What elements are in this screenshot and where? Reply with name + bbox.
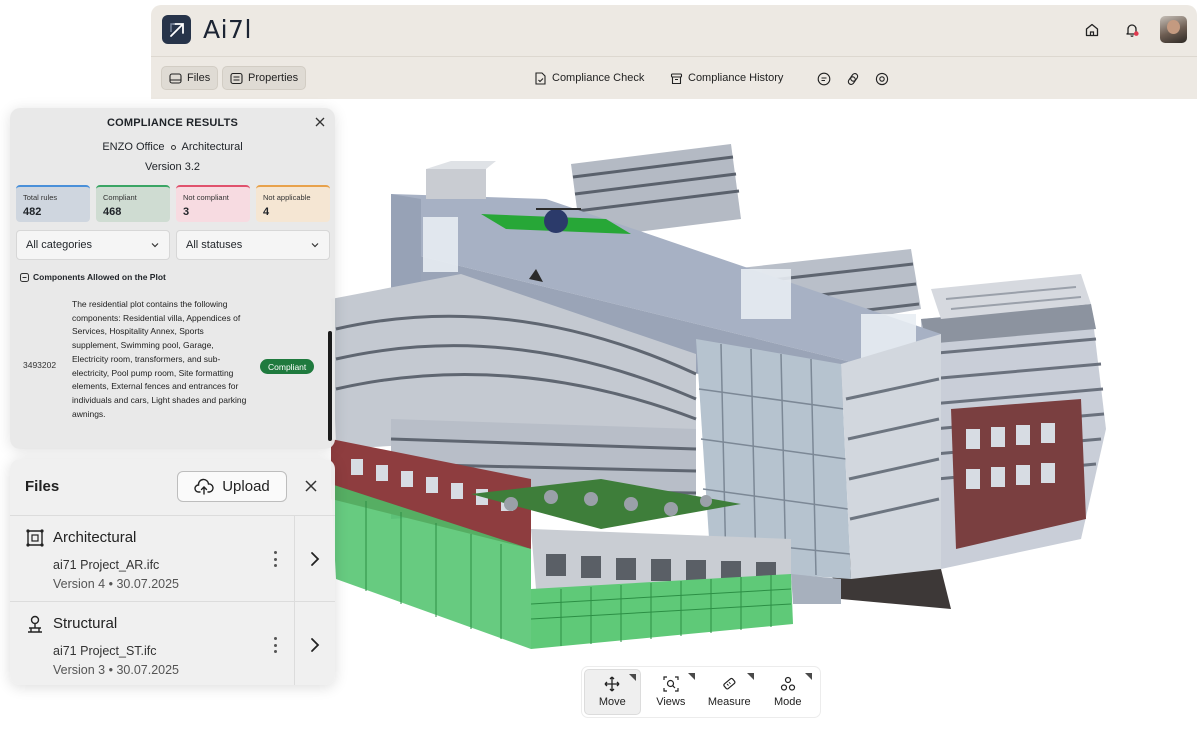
measure-tool-label: Measure — [707, 696, 751, 708]
files-panel-title: Files — [25, 478, 60, 495]
divider — [294, 516, 295, 602]
submenu-indicator-icon — [688, 673, 696, 680]
category-filter-value: All categories — [26, 239, 93, 251]
notification-bell-icon[interactable] — [1122, 20, 1142, 40]
views-tool-button[interactable]: Views — [643, 669, 699, 715]
file-item-architectural[interactable]: Architectural ai71 Project_AR.ifc Versio… — [10, 515, 335, 602]
logo-wordmark: Ai7l — [203, 15, 252, 44]
folder-icon — [169, 72, 182, 84]
chat-icon[interactable] — [816, 71, 832, 87]
cloud-upload-icon — [194, 478, 214, 495]
rule-description: The residential plot contains the follow… — [72, 299, 247, 419]
structural-icon — [28, 615, 42, 633]
stat-label: Compliant — [103, 193, 137, 202]
status-filter-value: All statuses — [186, 239, 243, 251]
files-panel: Files Upload Architectural ai71 Project_… — [10, 459, 335, 685]
file-filename: ai71 Project_AR.ifc — [53, 558, 160, 572]
scrollbar[interactable] — [328, 331, 332, 441]
link-icon[interactable] — [845, 71, 861, 87]
chevron-down-icon — [311, 243, 319, 248]
move-arrows-icon — [604, 676, 620, 692]
settings-icon[interactable] — [874, 71, 890, 87]
move-tool-button[interactable]: Move — [584, 669, 641, 715]
close-icon[interactable] — [313, 115, 327, 129]
stat-label: Not compliant — [183, 193, 229, 202]
mode-tool-label: Mode — [773, 696, 802, 708]
compliance-results-panel: COMPLIANCE RESULTS ENZO Office Architect… — [10, 108, 335, 449]
stat-label: Not applicable — [263, 193, 311, 202]
chevron-down-icon — [151, 243, 159, 248]
compliance-check-button[interactable]: Compliance Check — [527, 66, 651, 90]
discipline-name: Architectural — [181, 141, 243, 153]
upload-button-label: Upload — [222, 478, 270, 495]
section-header[interactable]: Components Allowed on the Plot — [20, 272, 166, 282]
ruler-icon — [723, 677, 736, 690]
chevron-right-icon[interactable] — [308, 636, 322, 654]
top-bar: Ai7l — [151, 5, 1197, 57]
divider — [294, 602, 295, 685]
stat-value: 4 — [263, 206, 270, 218]
logo-mark-icon — [162, 15, 191, 44]
status-badge: Compliant — [260, 359, 315, 374]
measure-tool-button[interactable]: Measure — [701, 669, 757, 715]
toolbar: Files Properties Compliance Check Compli… — [151, 57, 1197, 99]
file-version-date: Version 4 • 30.07.2025 — [53, 577, 180, 591]
project-subtitle: ENZO Office Architectural — [10, 141, 335, 153]
close-icon[interactable] — [303, 478, 319, 494]
stat-not-compliant[interactable]: Not compliant 3 — [176, 185, 250, 222]
project-name: ENZO Office — [102, 141, 165, 153]
archive-icon — [670, 72, 683, 84]
stat-value: 482 — [23, 206, 42, 218]
properties-button[interactable]: Properties — [222, 66, 307, 90]
more-options-icon[interactable] — [272, 551, 278, 567]
file-discipline-name: Architectural — [53, 529, 137, 546]
compliance-check-label: Compliance Check — [552, 72, 645, 84]
mode-tool-button[interactable]: Mode — [760, 669, 816, 715]
model-version: Version 3.2 — [144, 161, 201, 173]
stat-value: 468 — [103, 206, 122, 218]
file-version-date: Version 3 • 30.07.2025 — [53, 663, 180, 677]
panel-title: COMPLIANCE RESULTS — [106, 117, 239, 129]
submenu-indicator-icon — [805, 673, 812, 680]
views-tool-label: Views — [656, 696, 686, 708]
files-button-label: Files — [187, 72, 211, 84]
move-tool-label: Move — [598, 696, 626, 708]
compliance-history-label: Compliance History — [688, 72, 784, 84]
user-avatar[interactable] — [1160, 16, 1187, 43]
stat-label: Total rules — [23, 193, 58, 202]
file-item-structural[interactable]: Structural ai71 Project_ST.ifc Version 3… — [10, 601, 335, 685]
submenu-indicator-icon — [628, 674, 636, 681]
stat-compliant[interactable]: Compliant 468 — [96, 185, 170, 222]
submenu-indicator-icon — [746, 673, 754, 680]
chevron-right-icon[interactable] — [308, 550, 322, 568]
status-filter-select[interactable]: All statuses — [176, 230, 330, 260]
separator-dot-icon — [170, 144, 176, 150]
views-zoom-icon — [663, 676, 679, 692]
compliance-history-button[interactable]: Compliance History — [663, 66, 790, 90]
stat-value: 3 — [183, 206, 190, 218]
category-filter-select[interactable]: All categories — [16, 230, 170, 260]
rule-id: 3493202 — [23, 360, 57, 370]
home-icon[interactable] — [1082, 20, 1102, 40]
document-check-icon — [535, 71, 546, 85]
stat-total-rules[interactable]: Total rules 482 — [16, 185, 90, 222]
upload-button[interactable]: Upload — [177, 471, 287, 502]
architectural-icon — [26, 529, 44, 547]
files-button[interactable]: Files — [161, 66, 219, 90]
tool-dock: Move Views Measure Mode — [581, 666, 821, 718]
stat-not-applicable[interactable]: Not applicable 4 — [256, 185, 330, 222]
more-options-icon[interactable] — [272, 637, 278, 653]
mode-icon — [780, 676, 795, 691]
section-title: Components Allowed on the Plot — [33, 272, 166, 282]
file-discipline-name: Structural — [53, 615, 118, 632]
properties-button-label: Properties — [248, 72, 299, 84]
properties-icon — [230, 72, 243, 84]
collapse-icon — [20, 272, 29, 282]
file-filename: ai71 Project_ST.ifc — [53, 644, 157, 658]
